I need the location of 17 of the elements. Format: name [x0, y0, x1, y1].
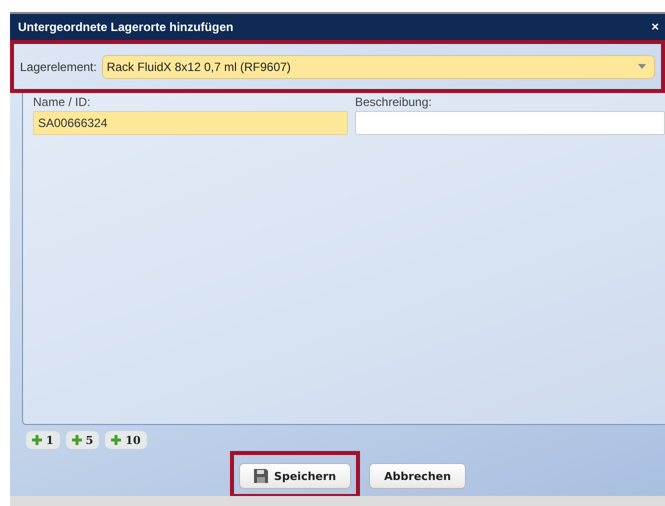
caret-icon — [638, 64, 646, 70]
add-rows-button[interactable]: 1 — [26, 431, 60, 449]
add-rows-button[interactable]: 5 — [66, 431, 100, 449]
close-button[interactable]: × — [649, 19, 661, 34]
text-field[interactable] — [355, 111, 665, 136]
add-rows-button[interactable]: 10 — [105, 431, 147, 449]
plus-icon — [32, 435, 42, 445]
text-field[interactable]: SA00666324 — [33, 111, 348, 136]
storage-element-dropdown[interactable]: Rack FluidX 8x12 0,7 ml (RF9607) — [102, 54, 655, 79]
field-label: Lagerelement: — [20, 60, 97, 74]
plus-icon — [111, 435, 122, 445]
plus-icon — [72, 435, 82, 445]
field-label: Beschreibung: — [355, 95, 433, 110]
field-label: Name / ID: — [33, 95, 92, 110]
window-title: Untergeordnete Lagerorte hinzufügen — [18, 20, 234, 34]
save-button[interactable]: Speichern — [239, 463, 352, 489]
cancel-button[interactable]: Abbrechen — [369, 463, 466, 489]
